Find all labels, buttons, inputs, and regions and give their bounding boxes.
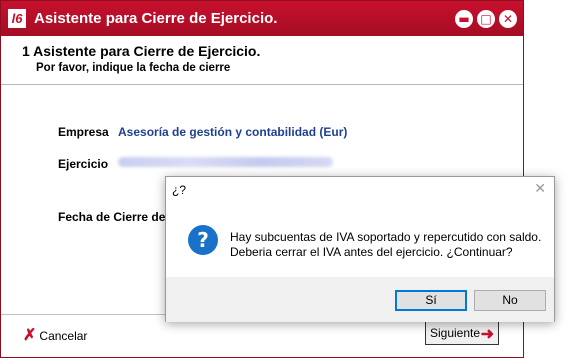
- maximize-icon[interactable]: □: [477, 10, 495, 28]
- cancel-x-icon: ✗: [23, 327, 37, 344]
- dialog-close-icon[interactable]: ✕: [534, 180, 546, 197]
- app-logo-icon: l6: [8, 9, 26, 28]
- dialog-title: ¿?: [172, 183, 187, 197]
- dialog-message-line1: Hay subcuentas de IVA soportado y reperc…: [230, 230, 542, 244]
- question-icon: ?: [188, 225, 218, 255]
- no-button[interactable]: No: [474, 290, 546, 311]
- ejercicio-label: Ejercicio: [58, 157, 109, 171]
- dialog-footer: Sí No: [166, 277, 554, 322]
- cancel-button[interactable]: ✗ Cancelar: [23, 325, 88, 344]
- close-icon[interactable]: ✕: [499, 10, 517, 28]
- ejercicio-value-redacted: [118, 157, 333, 167]
- yes-button[interactable]: Sí: [395, 290, 467, 311]
- header-divider: [1, 84, 523, 85]
- minimize-icon[interactable]: ▬: [455, 10, 473, 28]
- empresa-value: Asesoría de gestión y contabilidad (Eur): [118, 125, 348, 139]
- confirm-dialog: ¿? ✕ ? Hay subcuentas de IVA soportado y…: [165, 176, 555, 322]
- cancel-button-label: Cancelar: [39, 329, 88, 343]
- empresa-label: Empresa: [58, 125, 109, 139]
- title-bar[interactable]: l6 Asistente para Cierre de Ejercicio. ▬…: [1, 1, 523, 36]
- window-title: Asistente para Cierre de Ejercicio.: [34, 10, 278, 27]
- wizard-step-title: 1 Asistente para Cierre de Ejercicio.: [22, 43, 261, 59]
- next-button-label: Siguiente: [430, 326, 481, 340]
- arrow-right-icon: ➜: [480, 326, 494, 343]
- dialog-message-line2: Deberia cerrar el IVA antes del ejercici…: [230, 245, 513, 259]
- wizard-step-subtitle: Por favor, indique la fecha de cierre: [36, 62, 231, 74]
- next-button[interactable]: Siguiente ➜: [425, 321, 499, 345]
- fecha-cierre-label: Fecha de Cierre del: [58, 210, 169, 224]
